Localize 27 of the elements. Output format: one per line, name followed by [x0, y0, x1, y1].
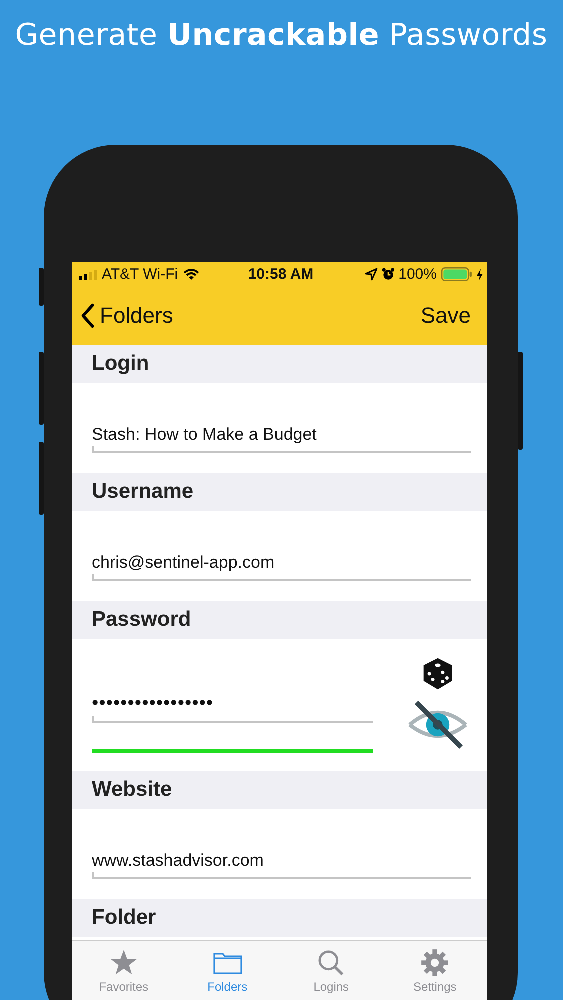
section-header: Folder: [92, 906, 156, 930]
signal-icon: [79, 270, 97, 280]
back-button[interactable]: Folders: [81, 303, 174, 329]
carrier-label: AT&T Wi-Fi: [102, 266, 178, 283]
text-field[interactable]: www.stashadvisor.com: [92, 851, 471, 879]
star-icon: [108, 949, 139, 977]
text-field[interactable]: chris@sentinel-app.com: [92, 553, 471, 581]
section-header: Website: [92, 778, 172, 802]
text-field[interactable]: Stash: How to Make a Budget: [92, 425, 471, 453]
battery-percent: 100%: [398, 266, 437, 283]
search-icon: [316, 949, 346, 977]
location-arrow-icon: [364, 268, 378, 281]
dice-icon[interactable]: [421, 657, 455, 691]
alarm-clock-icon: [382, 268, 395, 281]
wifi-icon: [183, 268, 200, 280]
section-header: Username: [92, 480, 194, 504]
charging-bolt-icon: [477, 268, 483, 280]
eye-slashed-icon[interactable]: [407, 699, 469, 751]
chevron-left-icon: [81, 303, 95, 329]
clock-time: 10:58 AM: [248, 266, 314, 283]
section-header: Login: [92, 352, 150, 376]
password-field[interactable]: •••••••••••••••••: [92, 693, 373, 723]
battery-icon: [441, 267, 473, 282]
settings-icon: [420, 949, 450, 977]
headline: Generate Uncrackable Passwords: [14, 17, 549, 55]
section-header: Password: [92, 608, 192, 632]
save-button[interactable]: Save: [420, 303, 471, 329]
